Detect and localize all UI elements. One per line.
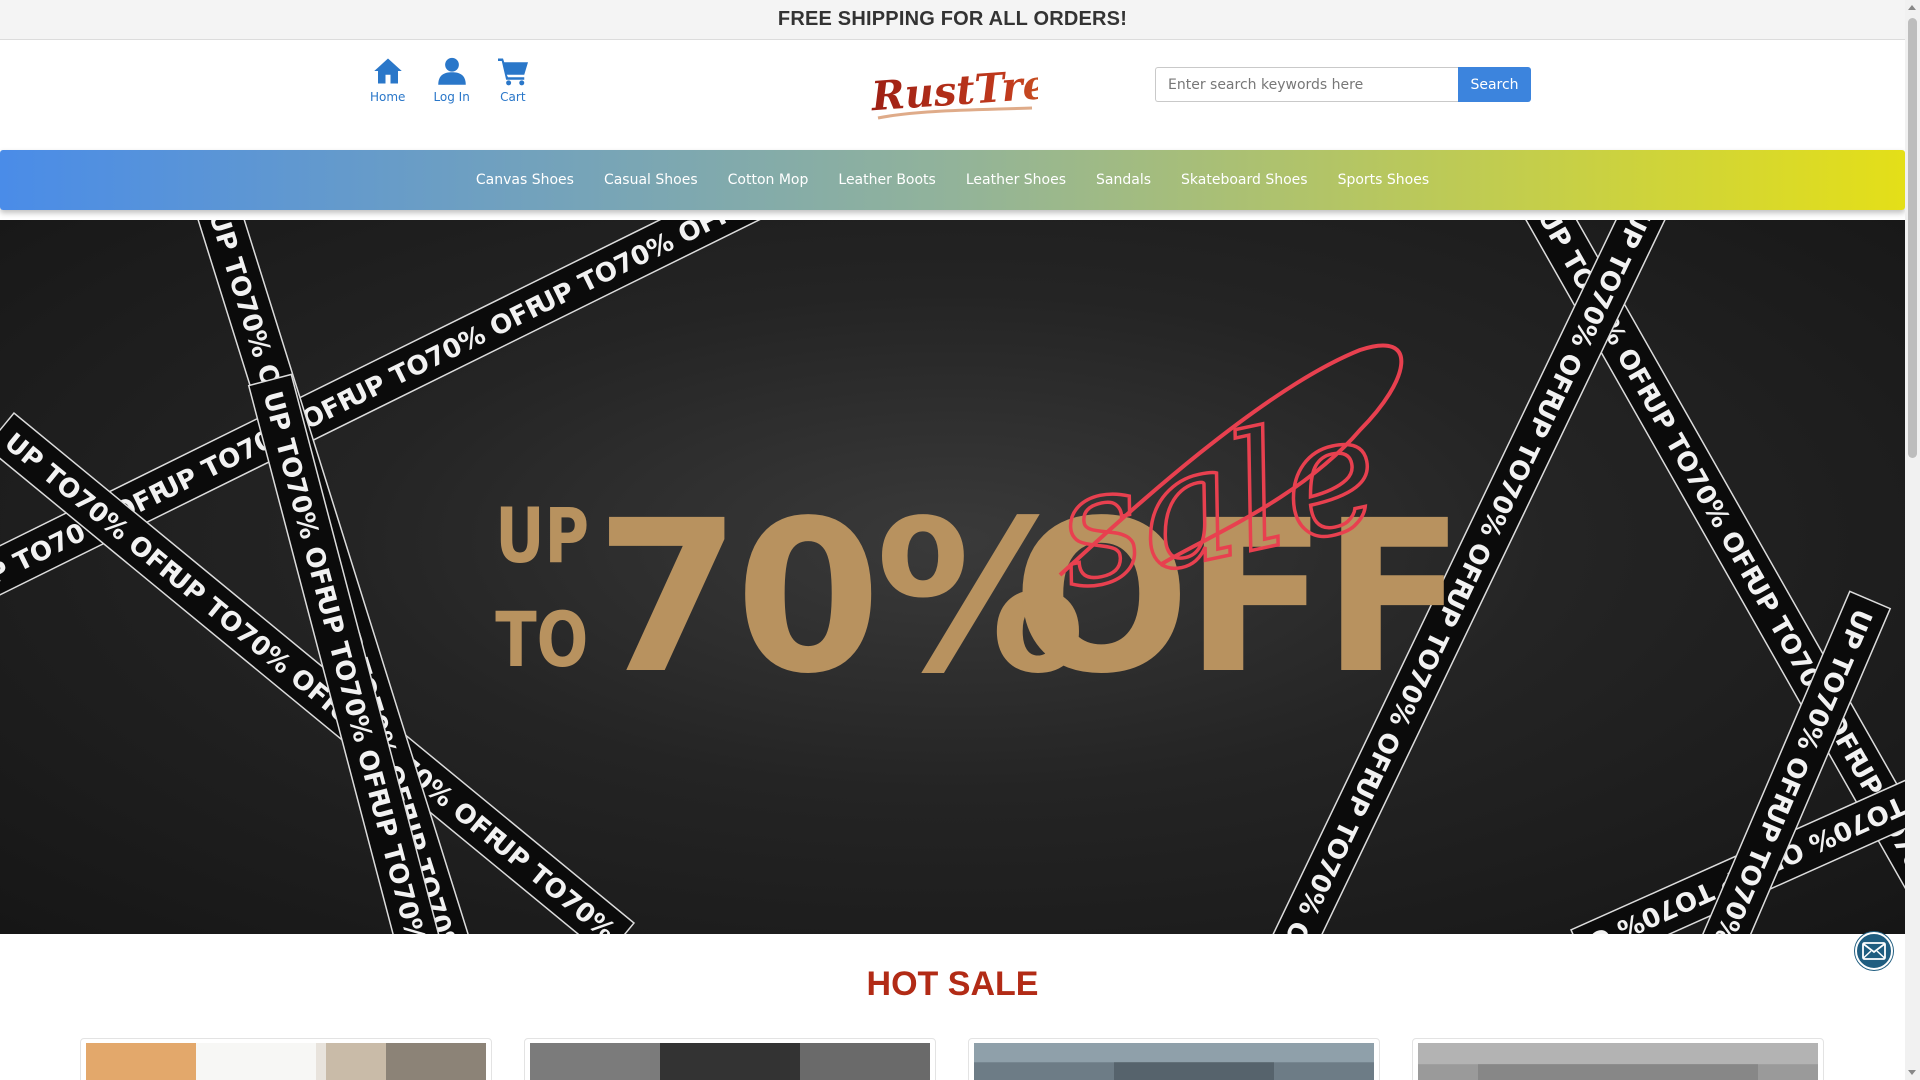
user-icon: [437, 57, 466, 85]
page: FREE SHIPPING FOR ALL ORDERS! Home Log I…: [0, 0, 1905, 1080]
hot-sale-products: [80, 1038, 1824, 1080]
category-sports-shoes[interactable]: Sports Shoes: [1323, 172, 1445, 188]
product-card[interactable]: [80, 1038, 492, 1080]
search-input[interactable]: [1155, 67, 1458, 102]
cart-link[interactable]: Cart: [497, 56, 528, 104]
ribbon-text: UP TO70% OFF: [1444, 393, 1565, 602]
category-nav: Canvas Shoes Casual Shoes Cotton Mop Lea…: [0, 150, 1905, 210]
headline-percent: 70%: [595, 475, 1080, 720]
ribbon-text: UP TO70% OFF: [1263, 771, 1384, 934]
login-label: Log In: [433, 90, 470, 104]
headline-to: TO: [495, 596, 588, 684]
banner-graphic: UP TO70% OFF UP TO70% OFF UP TO70% OFF UP T…: [0, 220, 1905, 934]
cart-label: Cart: [500, 90, 526, 104]
scroll-thumb[interactable]: [1908, 18, 1917, 458]
scroll-up-arrow[interactable]: [1908, 5, 1916, 10]
product-card[interactable]: [968, 1038, 1380, 1080]
product-image: [974, 1043, 1374, 1080]
product-card[interactable]: [524, 1038, 936, 1080]
product-image: [1418, 1043, 1818, 1080]
category-sandals[interactable]: Sandals: [1081, 172, 1166, 188]
category-canvas-shoes[interactable]: Canvas Shoes: [461, 172, 589, 188]
promo-banner[interactable]: UP TO70% OFF UP TO70% OFF UP TO70% OFF UP T…: [0, 220, 1905, 934]
home-link[interactable]: Home: [370, 56, 405, 104]
home-label: Home: [370, 90, 406, 104]
site-header: Home Log In Cart RustTread Search: [0, 40, 1905, 150]
quick-nav: Home Log In Cart: [370, 56, 556, 104]
category-skateboard-shoes[interactable]: Skateboard Shoes: [1166, 172, 1323, 188]
home-icon: [373, 58, 402, 84]
announcement-text: FREE SHIPPING FOR ALL ORDERS!: [777, 8, 1128, 30]
hot-sale-title: HOT SALE: [866, 965, 1039, 1003]
product-image: [86, 1043, 486, 1080]
search-form: Search: [1155, 67, 1531, 102]
ribbon-text: UP TO70% OFF: [342, 291, 551, 414]
product-card[interactable]: [1412, 1038, 1824, 1080]
login-link[interactable]: Log In: [433, 56, 470, 104]
cart-icon: [497, 58, 528, 86]
rusttread-logo[interactable]: RustTread: [868, 60, 1038, 130]
page-scrollbar[interactable]: [1905, 0, 1920, 1080]
product-image: [530, 1043, 930, 1080]
contact-mail-button[interactable]: [1855, 932, 1893, 970]
search-button[interactable]: Search: [1458, 67, 1531, 102]
category-cotton-mop[interactable]: Cotton Mop: [713, 172, 824, 188]
mail-icon: [1862, 942, 1886, 960]
announcement-bar: FREE SHIPPING FOR ALL ORDERS!: [0, 0, 1905, 40]
category-leather-shoes[interactable]: Leather Shoes: [951, 172, 1081, 188]
category-leather-boots[interactable]: Leather Boots: [823, 172, 950, 188]
category-casual-shoes[interactable]: Casual Shoes: [589, 172, 713, 188]
headline-up: UP: [495, 492, 589, 580]
scroll-down-arrow[interactable]: [1908, 1070, 1916, 1075]
ribbon-text: UP TO70% OFF: [1635, 387, 1769, 591]
